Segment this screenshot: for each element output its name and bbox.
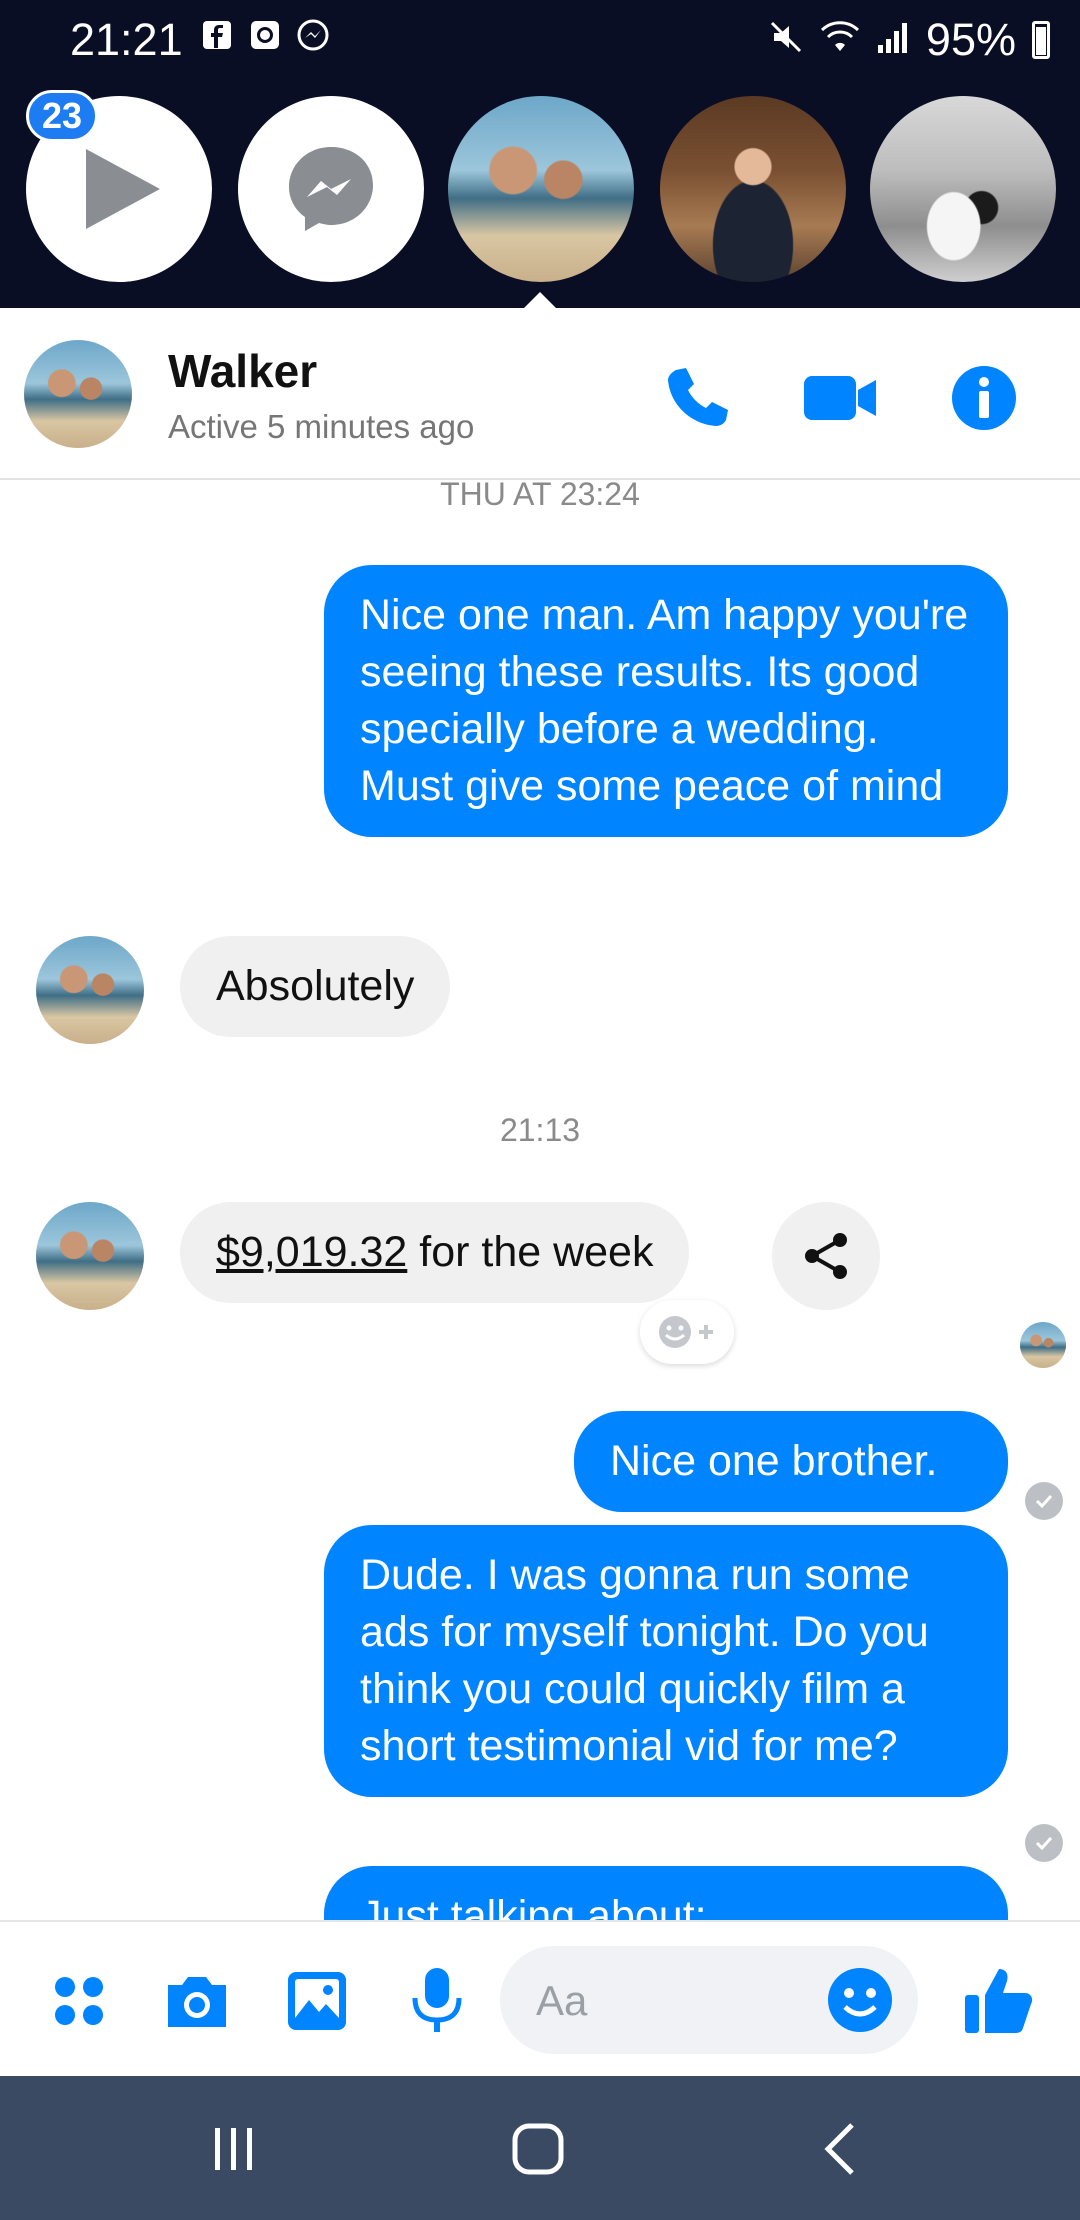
message-text: for the week [407,1228,654,1276]
info-button[interactable] [944,358,1024,438]
phone-icon [668,368,728,426]
camera-icon [168,1977,226,2027]
received-message[interactable]: $9,019.32 for the week [180,1202,690,1303]
status-time: 21:21 [70,14,183,65]
home-button[interactable] [488,2104,588,2194]
emoji-icon [828,1968,892,2032]
office-man-chat-head[interactable] [660,96,846,282]
active-status: Active 5 minutes ago [168,408,475,445]
add-reaction-button[interactable] [640,1300,734,1364]
share-icon [805,1233,847,1279]
timestamp-divider: 21:13 [499,1112,581,1148]
avatar[interactable] [24,340,132,448]
notification-icons [200,18,330,52]
gallery-button[interactable] [278,1962,356,2040]
message-input-box[interactable] [500,1946,918,2054]
avatar[interactable] [36,936,144,1044]
messenger-chat-head[interactable] [238,96,424,282]
more-actions-button[interactable] [40,1962,118,2040]
wifi-icon [820,14,860,66]
unread-badge: 23 [26,90,98,142]
system-navigation-bar [0,2076,1080,2220]
contact-name[interactable]: Walker [168,344,317,398]
facebook-icon [200,18,234,52]
call-button[interactable] [656,358,736,438]
walker-chat-head[interactable] [448,96,634,282]
sent-message[interactable]: Nice one brother. [574,1411,1008,1512]
video-call-button[interactable] [800,358,880,438]
signal-icon [876,14,910,66]
received-message[interactable]: Absolutely [180,936,451,1037]
timestamp-divider: THU AT 23:24 [440,476,640,512]
share-button[interactable] [772,1202,880,1310]
gallery-icon [288,1972,346,2030]
avatar[interactable] [36,1202,144,1310]
recents-icon [215,2128,252,2170]
conversation-header: Walker Active 5 minutes ago [0,308,1080,480]
add-reaction-icon [659,1316,713,1348]
battery-icon [1032,21,1050,59]
like-button[interactable] [960,1962,1038,2040]
amount-link[interactable]: $9,019.32 [216,1228,407,1276]
emoji-button[interactable] [820,1960,900,2040]
clock-app-icon [248,18,282,52]
sent-message[interactable]: Dude. I was gonna run some ads for mysel… [324,1525,1008,1797]
back-button[interactable] [790,2104,890,2194]
delivered-check-icon [1025,1482,1063,1520]
battery-percent: 95% [925,14,1016,65]
mute-icon [768,14,804,66]
seen-receipt-avatar [1020,1322,1066,1368]
microphone-icon [412,1968,462,2032]
delivered-check-icon [1025,1824,1063,1862]
message-input[interactable] [534,1970,818,2032]
chat-heads-overlay: 21:21 95% 23 [0,0,1080,310]
status-right: 95% [768,14,1050,66]
messenger-notification-icon [296,18,330,52]
thumbs-up-icon [965,1969,1033,2033]
menu-dots-icon [55,1977,103,2025]
video-camera-icon [804,376,876,420]
play-icon [86,149,160,229]
messenger-icon [289,147,373,231]
camera-button[interactable] [158,1962,236,2040]
info-icon [952,366,1016,430]
home-icon [512,2123,564,2175]
message-composer [0,1920,1080,2078]
voice-button[interactable] [398,1962,476,2040]
sent-message[interactable]: Nice one man. Am happy you're seeing the… [324,565,1008,837]
recent-apps-button[interactable] [184,2104,284,2194]
back-icon [824,2123,854,2175]
wedding-chat-head[interactable] [870,96,1056,282]
